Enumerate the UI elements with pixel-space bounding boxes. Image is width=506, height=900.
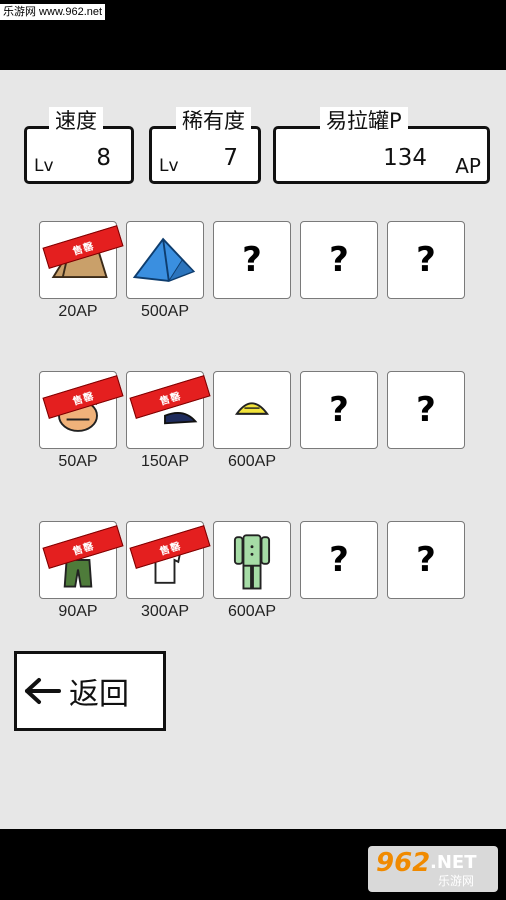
shop-item[interactable]: ? xyxy=(387,521,465,599)
shop-item[interactable]: ? xyxy=(213,221,291,299)
tent-icon xyxy=(132,237,196,282)
back-arrow-icon xyxy=(25,678,61,704)
rarity-lv-label: Lv xyxy=(159,156,179,176)
watermark-bottom: 962 .NET 乐游网 xyxy=(368,846,498,892)
shop-item[interactable]: ? xyxy=(300,371,378,449)
question-icon: ? xyxy=(329,540,349,580)
question-icon: ? xyxy=(416,390,436,430)
speed-panel: 速度 Lv 8 xyxy=(24,107,134,184)
watermark-top: 乐游网 www.962.net xyxy=(0,4,106,20)
item-price: 600AP xyxy=(227,603,277,620)
question-icon: ? xyxy=(242,240,262,280)
shop-item[interactable] xyxy=(126,221,204,299)
shop-item[interactable] xyxy=(213,521,291,599)
cans-panel: 易拉罐P 134 AP xyxy=(273,107,490,184)
back-label: 返回 xyxy=(69,677,129,712)
question-icon: ? xyxy=(329,390,349,430)
overalls-icon xyxy=(233,534,271,590)
item-price: 50AP xyxy=(58,453,98,470)
helmet-icon xyxy=(234,402,270,415)
item-price: 150AP xyxy=(140,453,190,470)
shop-item[interactable]: 售罄 xyxy=(39,221,124,299)
speed-title: 速度 xyxy=(49,107,103,135)
question-icon: ? xyxy=(416,240,436,280)
cans-title: 易拉罐P xyxy=(320,107,408,135)
rarity-panel: 稀有度 Lv 7 xyxy=(149,107,261,184)
shop-item[interactable]: 售罄 xyxy=(39,371,124,449)
shop-item[interactable]: ? xyxy=(387,371,465,449)
watermark-net: .NET xyxy=(430,852,477,873)
cans-points: 134 xyxy=(383,145,427,171)
shop-item[interactable]: 售罄 xyxy=(39,521,124,599)
watermark-number: 962 xyxy=(376,848,431,878)
item-price: 90AP xyxy=(58,603,98,620)
shop-item[interactable]: ? xyxy=(387,221,465,299)
item-price: 500AP xyxy=(140,303,190,320)
watermark-cn: 乐游网 xyxy=(438,874,475,888)
rarity-level: 7 xyxy=(223,145,238,171)
game-screen: 速度 Lv 8 稀有度 Lv 7 易拉罐P 134 AP 售罄 20AP 500AP… xyxy=(0,70,506,829)
question-icon: ? xyxy=(329,240,349,280)
shop-item[interactable]: 售罄 xyxy=(126,371,211,449)
shop-item[interactable] xyxy=(213,371,291,449)
back-button[interactable]: 返回 xyxy=(14,651,166,731)
shop-item[interactable]: ? xyxy=(300,521,378,599)
item-price: 300AP xyxy=(140,603,190,620)
speed-lv-label: Lv xyxy=(34,156,54,176)
question-icon: ? xyxy=(416,540,436,580)
speed-level: 8 xyxy=(96,145,111,171)
item-price: 600AP xyxy=(227,453,277,470)
shop-item[interactable]: 售罄 xyxy=(126,521,211,599)
shop-item[interactable]: ? xyxy=(300,221,378,299)
item-price: 20AP xyxy=(58,303,98,320)
rarity-title: 稀有度 xyxy=(176,107,251,135)
cans-unit: AP xyxy=(455,154,481,178)
